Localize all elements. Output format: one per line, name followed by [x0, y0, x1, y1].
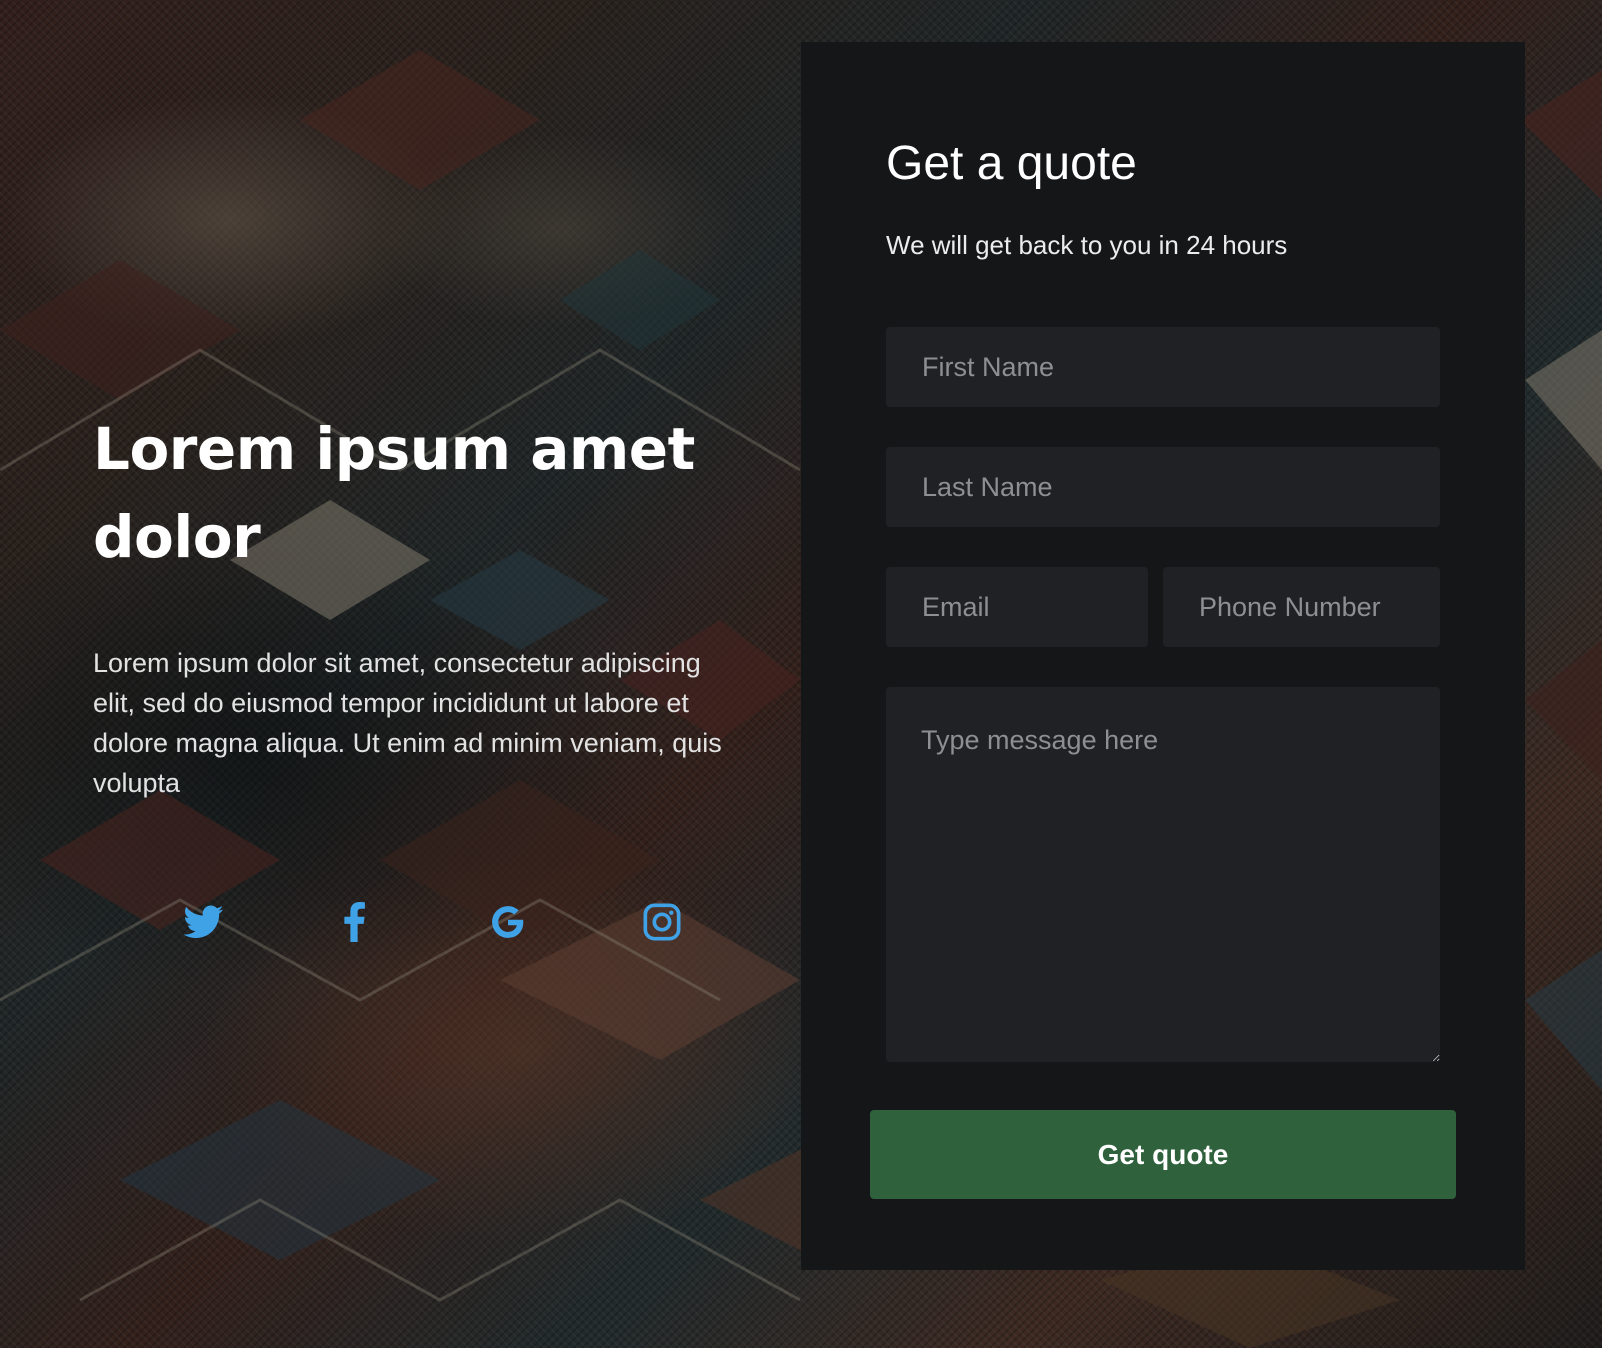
quote-form-card: Get a quote We will get back to you in 2… — [801, 42, 1525, 1270]
last-name-field[interactable] — [886, 447, 1440, 527]
first-name-field[interactable] — [886, 327, 1440, 407]
hero-heading: Lorem ipsum amet dolor — [93, 415, 695, 571]
facebook-link[interactable] — [330, 898, 378, 946]
google-icon — [492, 906, 524, 938]
hero-section: Lorem ipsum amet dolor Lorem ipsum dolor… — [93, 405, 733, 803]
form-title: Get a quote — [886, 137, 1137, 190]
instagram-icon — [643, 903, 681, 941]
email-field[interactable] — [886, 567, 1148, 647]
message-field[interactable] — [886, 687, 1440, 1062]
twitter-icon — [184, 905, 224, 938]
instagram-link[interactable] — [638, 898, 686, 946]
phone-number-field[interactable] — [1163, 567, 1440, 647]
facebook-icon — [344, 902, 365, 942]
get-quote-button[interactable]: Get quote — [870, 1110, 1456, 1199]
form-subtitle: We will get back to you in 24 hours — [886, 230, 1288, 260]
social-links — [180, 898, 700, 946]
hero-description: Lorem ipsum dolor sit amet, consectetur … — [93, 648, 722, 798]
google-link[interactable] — [484, 898, 532, 946]
twitter-link[interactable] — [180, 898, 228, 946]
